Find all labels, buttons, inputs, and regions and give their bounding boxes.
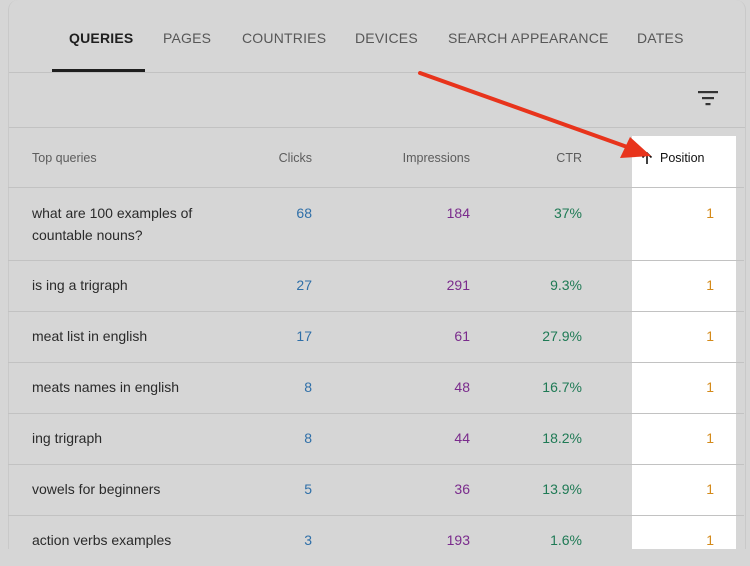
queries-table: Top queries Clicks Impressions CTR what … <box>8 127 744 566</box>
clicks-value: 27 <box>296 277 312 293</box>
ctr-value: 16.7% <box>542 379 582 395</box>
table-row[interactable]: action verbs examples 3 193 1.6% 1 <box>8 516 744 566</box>
header-ctr[interactable]: CTR <box>556 151 582 165</box>
position-value: 1 <box>706 277 714 293</box>
position-value: 1 <box>706 481 714 497</box>
query-text: meat list in english <box>32 328 148 344</box>
position-value: 1 <box>706 430 714 446</box>
header-position-label: Position <box>660 151 705 165</box>
query-text: action verbs examples <box>32 532 172 548</box>
impressions-value: 61 <box>454 328 470 344</box>
table-row[interactable]: meat list in english 17 61 27.9% 1 <box>8 312 744 363</box>
query-text: is ing a trigraph <box>32 277 128 293</box>
tab-queries[interactable]: QUERIES <box>69 30 133 46</box>
tab-dates[interactable]: DATES <box>637 30 684 46</box>
position-value: 1 <box>706 532 714 548</box>
table-row[interactable]: vowels for beginners 5 36 13.9% 1 <box>8 465 744 516</box>
report-tabs: QUERIES PAGES COUNTRIES DEVICES SEARCH A… <box>9 0 745 73</box>
impressions-value: 48 <box>454 379 470 395</box>
query-text: meats names in english <box>32 379 180 395</box>
header-position[interactable]: Position <box>640 151 704 165</box>
impressions-value: 291 <box>446 277 470 293</box>
query-text: ing trigraph <box>32 430 103 446</box>
ctr-value: 9.3% <box>550 277 582 293</box>
clicks-value: 5 <box>304 481 312 497</box>
active-tab-indicator <box>52 69 145 72</box>
clicks-value: 68 <box>296 205 312 221</box>
header-clicks[interactable]: Clicks <box>279 151 312 165</box>
table-row[interactable]: ing trigraph 8 44 18.2% 1 <box>8 414 744 465</box>
table-header-row: Top queries Clicks Impressions CTR <box>8 127 744 188</box>
impressions-value: 184 <box>446 205 470 221</box>
filter-icon[interactable] <box>697 89 719 107</box>
header-impressions[interactable]: Impressions <box>403 151 470 165</box>
impressions-value: 193 <box>446 532 470 548</box>
clicks-value: 8 <box>304 430 312 446</box>
header-top-queries: Top queries <box>32 151 97 165</box>
table-row[interactable]: is ing a trigraph 27 291 9.3% 1 <box>8 261 744 312</box>
ctr-value: 18.2% <box>542 430 582 446</box>
table-row[interactable]: what are 100 examples of countable nouns… <box>8 188 744 261</box>
tab-search-appearance[interactable]: SEARCH APPEARANCE <box>448 30 609 46</box>
tab-countries[interactable]: COUNTRIES <box>242 30 326 46</box>
ctr-value: 37% <box>553 205 582 221</box>
impressions-value: 44 <box>454 430 470 446</box>
clicks-value: 8 <box>304 379 312 395</box>
clicks-value: 17 <box>296 328 312 344</box>
query-text: vowels for beginners <box>32 481 161 497</box>
ctr-value: 13.9% <box>542 481 582 497</box>
position-value: 1 <box>706 328 714 344</box>
arrow-up-icon <box>641 151 653 164</box>
table-row[interactable]: meats names in english 8 48 16.7% 1 <box>8 363 744 414</box>
impressions-value: 36 <box>454 481 470 497</box>
position-value: 1 <box>706 379 714 395</box>
tab-pages[interactable]: PAGES <box>163 30 211 46</box>
filter-bar <box>9 73 745 128</box>
query-text: what are 100 examples of countable nouns… <box>32 205 193 243</box>
tab-devices[interactable]: DEVICES <box>355 30 418 46</box>
position-value: 1 <box>706 205 714 221</box>
ctr-value: 27.9% <box>542 328 582 344</box>
ctr-value: 1.6% <box>550 532 582 548</box>
clicks-value: 3 <box>304 532 312 548</box>
